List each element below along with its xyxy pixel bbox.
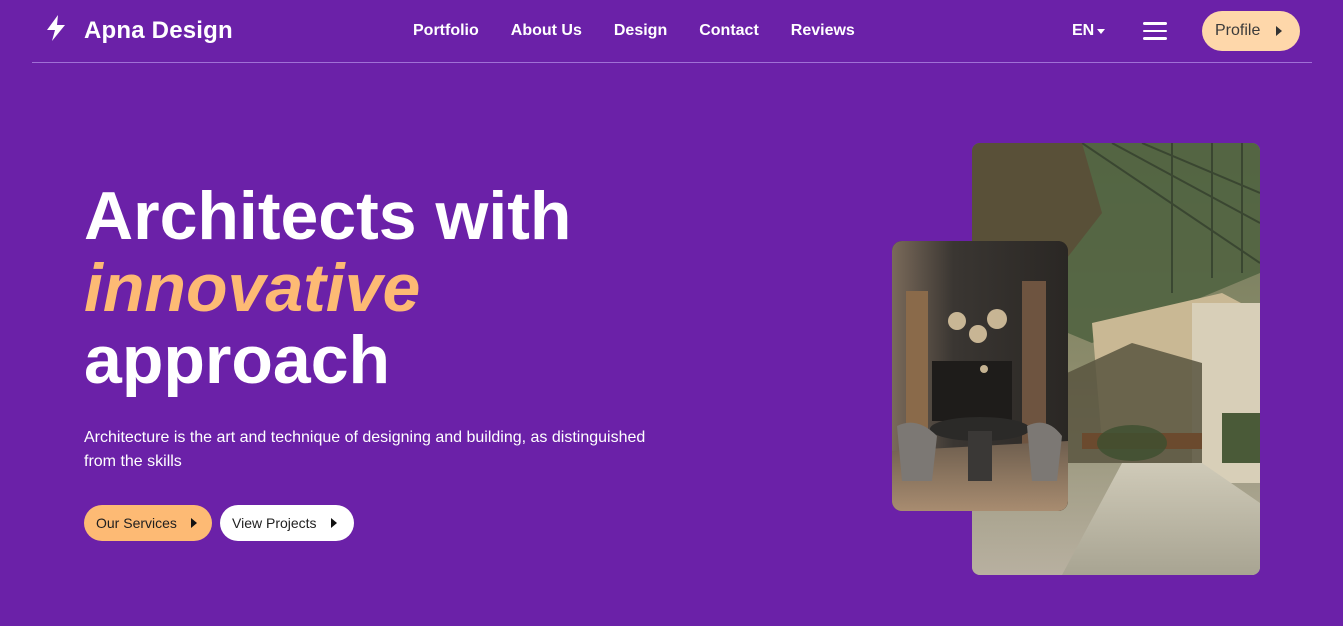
hamburger-menu-icon[interactable] xyxy=(1143,22,1167,40)
caret-right-icon xyxy=(330,518,337,528)
caret-right-icon xyxy=(1276,26,1283,36)
top-navbar: Apna Design Portfolio About Us Design Co… xyxy=(32,0,1312,63)
our-services-button[interactable]: Our Services xyxy=(84,505,212,541)
nav-link-reviews[interactable]: Reviews xyxy=(791,22,855,40)
brand-logo[interactable]: Apna Design xyxy=(44,14,233,47)
dining-room-interior-image xyxy=(892,241,1068,511)
our-services-label: Our Services xyxy=(96,515,177,531)
view-projects-label: View Projects xyxy=(232,515,317,531)
main-nav: Portfolio About Us Design Contact Review… xyxy=(413,22,887,40)
hero-description: Architecture is the art and technique of… xyxy=(84,429,646,470)
lightning-bolt-icon xyxy=(44,14,68,47)
hero-title-accent: innovative xyxy=(84,250,421,326)
caret-down-icon xyxy=(1097,29,1106,34)
hero-title-line3: approach xyxy=(84,322,391,398)
nav-link-portfolio[interactable]: Portfolio xyxy=(413,22,479,40)
nav-link-about-us[interactable]: About Us xyxy=(511,22,582,40)
nav-link-design[interactable]: Design xyxy=(614,22,667,40)
profile-button-label: Profile xyxy=(1215,22,1261,39)
hero-title: Architects with innovative approach xyxy=(84,180,571,396)
hero-title-line1: Architects with xyxy=(84,178,572,254)
profile-button[interactable]: Profile xyxy=(1202,11,1300,51)
view-projects-button[interactable]: View Projects xyxy=(220,505,354,541)
nav-link-contact[interactable]: Contact xyxy=(699,22,759,40)
language-selector[interactable]: EN xyxy=(1072,22,1106,40)
language-label: EN xyxy=(1072,22,1095,39)
caret-right-icon xyxy=(190,518,197,528)
brand-name: Apna Design xyxy=(84,16,233,44)
